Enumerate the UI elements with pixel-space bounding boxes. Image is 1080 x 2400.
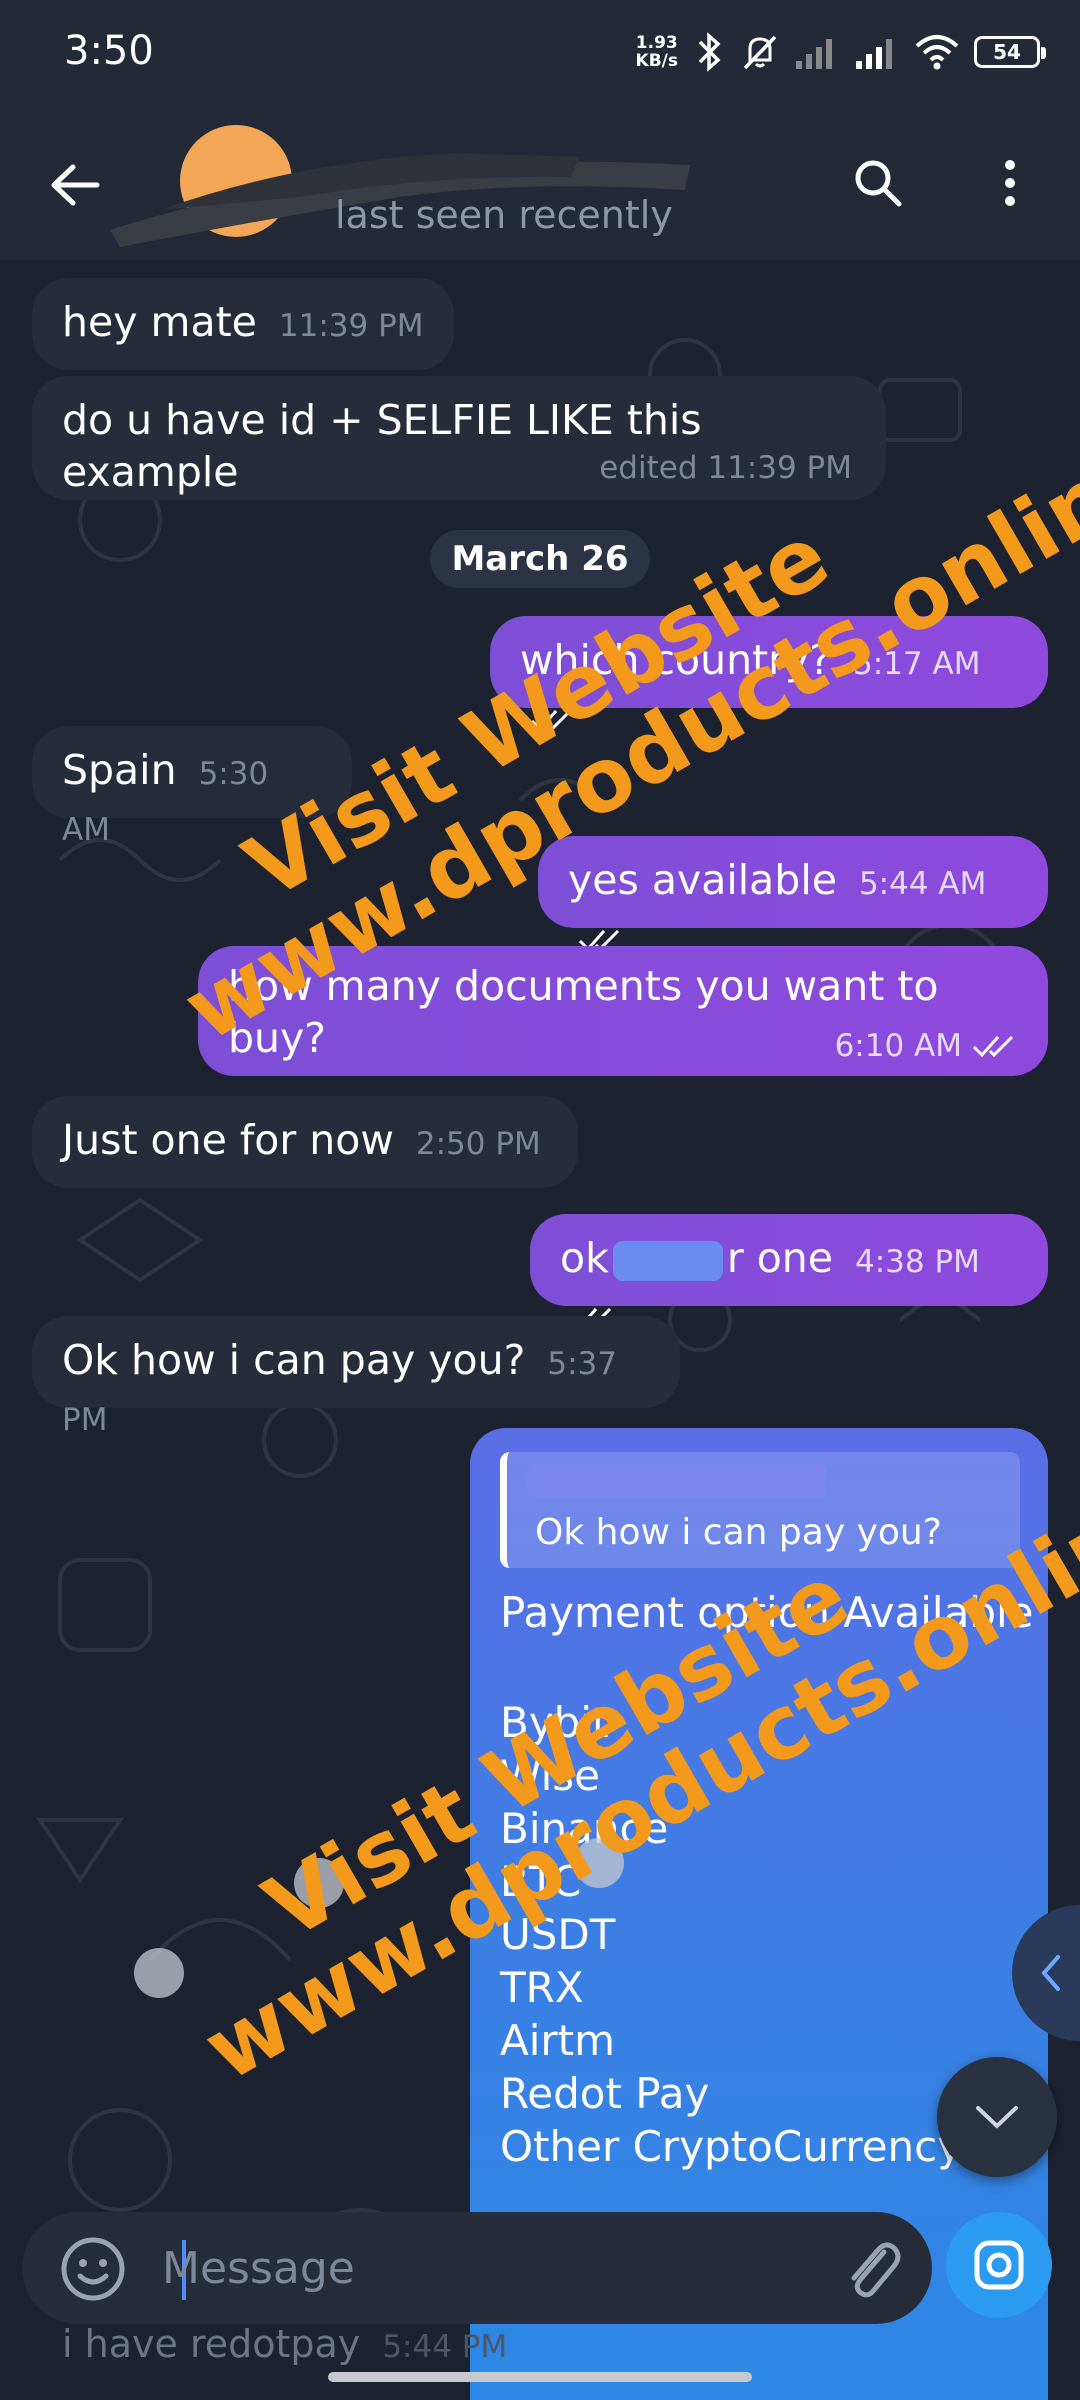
contact-status: last seen recently: [335, 193, 673, 237]
outgoing-message[interactable]: ok r one 4:38 PM: [530, 1214, 1048, 1330]
date-separator: March 26: [430, 530, 650, 588]
outgoing-message[interactable]: how many documents you want to buy? 6:10…: [198, 946, 1048, 1076]
message-time: 6:10 AM: [834, 1028, 962, 1064]
payment-option: BTC: [500, 1857, 582, 1906]
message-input[interactable]: [162, 2232, 822, 2304]
redacted-text: [612, 1241, 723, 1281]
scroll-to-bottom-button[interactable]: [937, 2057, 1057, 2177]
more-vertical-icon: [1005, 160, 1015, 206]
quoted-reply[interactable]: Ok how i can pay you?: [500, 1452, 1020, 1568]
message-text: hey mate: [62, 298, 257, 346]
message-text: i have redotpay: [62, 2322, 361, 2366]
message-time: 11:39 PM: [278, 308, 424, 344]
chevron-left-icon: [1041, 1955, 1060, 1991]
camera-button[interactable]: [946, 2212, 1052, 2318]
camera-icon: [974, 2240, 1024, 2290]
status-bar: 3:50 1.93 KB/s 54: [0, 0, 1080, 105]
payment-option: Other CryptoCurrency: [500, 2122, 963, 2171]
status-icons: 1.93 KB/s 54: [636, 28, 1046, 76]
payment-option: Redot Pay: [500, 2069, 710, 2118]
bluetooth-icon: [692, 32, 726, 72]
emoji-button[interactable]: [58, 2234, 128, 2304]
double-check-icon: [530, 693, 576, 745]
message-composer: [22, 2212, 932, 2324]
network-speed-value: 1.93: [635, 33, 678, 53]
message-time: 5:44 AM: [858, 866, 987, 902]
more-options-button[interactable]: [980, 145, 1040, 221]
outgoing-message[interactable]: which country? 5:17 AM: [490, 616, 1048, 732]
chat-area[interactable]: hey mate 11:39 PM do u have id + SELFIE L…: [0, 260, 1080, 2400]
network-speed-unit: KB/s: [635, 51, 678, 71]
payment-option: TRX: [500, 1963, 584, 2012]
payment-option: Bybit: [500, 1698, 609, 1747]
incoming-message[interactable]: Just one for now 2:50 PM: [32, 1096, 578, 1188]
message-time: 5:44 PM: [382, 2329, 508, 2365]
partially-visible-message: i have redotpay 5:44 PM: [62, 2322, 507, 2366]
attach-button[interactable]: [832, 2230, 912, 2310]
touch-indicator: [574, 1838, 624, 1888]
redacted-reply-author: [527, 1464, 827, 1498]
message-time: 2:50 PM: [415, 1126, 541, 1162]
wifi-icon: [914, 34, 960, 70]
search-button[interactable]: [840, 145, 916, 221]
touch-indicator: [294, 1858, 344, 1908]
home-indicator[interactable]: [328, 2372, 752, 2382]
message-text: Ok how i can pay you?: [62, 1336, 526, 1384]
smiley-icon: [61, 2237, 125, 2301]
message-time: 5:17 AM: [853, 646, 981, 682]
message-text: Just one for now: [62, 1116, 394, 1164]
payment-title: Payment option Available: [500, 1588, 1034, 1637]
incoming-message[interactable]: Ok how i can pay you? 5:37 PM: [32, 1316, 680, 1438]
message-edited-time: edited 11:39 PM: [599, 450, 852, 486]
outgoing-message[interactable]: yes available 5:44 AM: [538, 836, 1048, 952]
paperclip-icon: [851, 2242, 901, 2298]
payment-option: Wise: [500, 1751, 600, 1800]
quoted-text: Ok how i can pay you?: [535, 1512, 942, 1553]
back-arrow-icon: [51, 164, 100, 206]
status-time: 3:50: [64, 28, 154, 74]
payment-option: Airtm: [500, 2016, 616, 2065]
mute-bell-icon: [740, 32, 780, 72]
incoming-message[interactable]: Spain 5:30 AM: [32, 726, 352, 848]
chat-header: last seen recently: [0, 105, 1080, 260]
payment-options-list: Bybit Wise Binance BTC USDT TRX Airtm Re…: [500, 1696, 962, 2173]
message-text-part: ok: [560, 1234, 609, 1282]
message-text: which country?: [520, 636, 832, 684]
message-text: Spain: [62, 746, 177, 794]
touch-indicator: [134, 1948, 184, 1998]
payment-option: Binance: [500, 1804, 669, 1853]
battery-indicator: 54: [974, 36, 1046, 68]
signal-icon-1: [794, 35, 840, 69]
network-speed: 1.93 KB/s: [636, 34, 678, 70]
message-time: 4:38 PM: [855, 1244, 980, 1280]
payment-option: USDT: [500, 1910, 616, 1959]
incoming-message[interactable]: do u have id + SELFIE LIKE this example …: [32, 376, 886, 500]
chevron-down-icon: [976, 2106, 1018, 2129]
message-text: yes available: [568, 856, 837, 904]
signal-icon-2: [854, 35, 900, 69]
message-text-part: r one: [726, 1234, 834, 1282]
incoming-message[interactable]: hey mate 11:39 PM: [32, 278, 454, 370]
search-icon: [855, 160, 902, 207]
double-check-icon: [972, 1019, 1018, 1071]
